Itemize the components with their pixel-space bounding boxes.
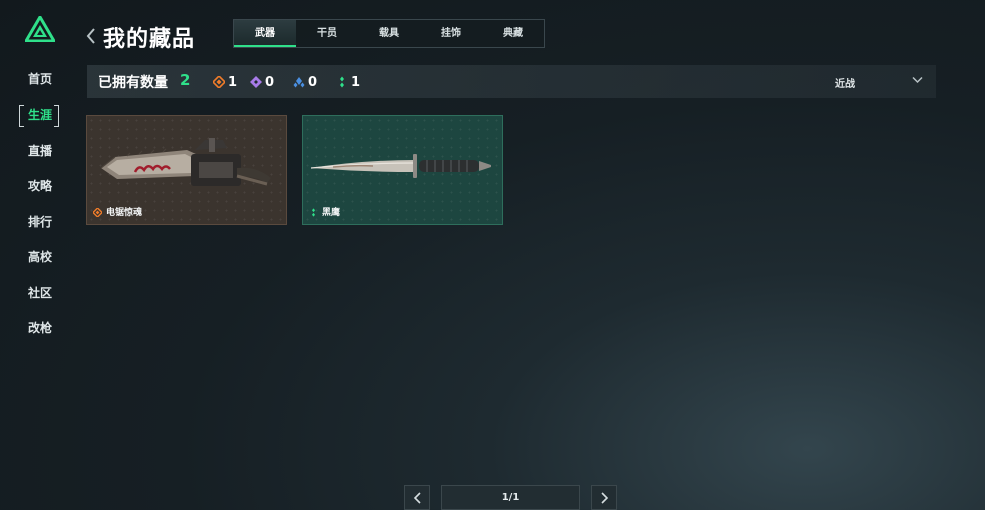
tab-operators[interactable]: 干员 <box>296 20 358 47</box>
rarity-count-purple: 0 <box>250 74 274 90</box>
tab-collection[interactable]: 典藏 <box>482 20 544 47</box>
purple-rarity-icon <box>250 76 262 88</box>
owned-count-label: 已拥有数量 <box>98 75 168 91</box>
item-name: 电锯惊魂 <box>106 208 143 218</box>
knife-image <box>310 154 491 178</box>
page-indicator: 1/1 <box>441 485 580 510</box>
rarity-count-value: 1 <box>351 74 361 90</box>
chainsaw-image <box>100 138 271 186</box>
blue-rarity-icon <box>293 77 305 88</box>
previous-page-button[interactable] <box>404 485 430 510</box>
orange-rarity-icon <box>93 208 102 217</box>
sidebar-item-home[interactable]: 首页 <box>0 66 80 92</box>
item-name: 黑鹰 <box>322 208 341 218</box>
sidebar-item-career[interactable]: 生涯 <box>0 102 80 128</box>
collection-stats-bar: 已拥有数量 2 1 0 0 1 近战 <box>87 65 936 98</box>
rarity-count-orange: 1 <box>213 74 237 90</box>
rarity-count-value: 0 <box>308 74 318 90</box>
back-arrow-icon[interactable] <box>84 26 100 46</box>
rarity-count-green: 1 <box>336 74 360 90</box>
filter-selected-value: 近战 <box>835 79 855 90</box>
page-title: 我的藏品 <box>103 27 196 52</box>
green-rarity-icon <box>312 208 315 217</box>
category-tabs: 武器 干员 载具 挂饰 典藏 <box>233 19 545 48</box>
sidebar-item-guides[interactable]: 攻略 <box>0 173 80 199</box>
sidebar-item-live[interactable]: 直播 <box>0 138 80 164</box>
rarity-count-value: 0 <box>265 74 275 90</box>
weapon-type-filter-select[interactable]: 近战 <box>835 65 935 98</box>
sidebar-item-ranking[interactable]: 排行 <box>0 209 80 235</box>
rarity-count-value: 1 <box>228 74 238 90</box>
next-page-button[interactable] <box>591 485 617 510</box>
chevron-down-icon <box>912 76 923 84</box>
sidebar-item-college[interactable]: 高校 <box>0 244 80 270</box>
chevron-left-icon <box>413 492 421 504</box>
collection-item-card[interactable]: 电锯惊魂 <box>86 115 287 225</box>
collection-item-card[interactable]: 黑鹰 <box>302 115 503 225</box>
green-rarity-icon <box>340 76 344 88</box>
chevron-right-icon <box>601 492 609 504</box>
orange-rarity-icon <box>213 76 225 88</box>
tab-charms[interactable]: 挂饰 <box>420 20 482 47</box>
tab-vehicles[interactable]: 载具 <box>358 20 420 47</box>
owned-count-value: 2 <box>180 71 191 89</box>
tab-weapons[interactable]: 武器 <box>234 20 296 47</box>
rarity-count-blue: 0 <box>293 74 317 90</box>
sidebar-item-community[interactable]: 社区 <box>0 280 80 306</box>
sidebar-item-gun-mod[interactable]: 改枪 <box>0 315 80 341</box>
app-logo-icon <box>25 16 55 42</box>
